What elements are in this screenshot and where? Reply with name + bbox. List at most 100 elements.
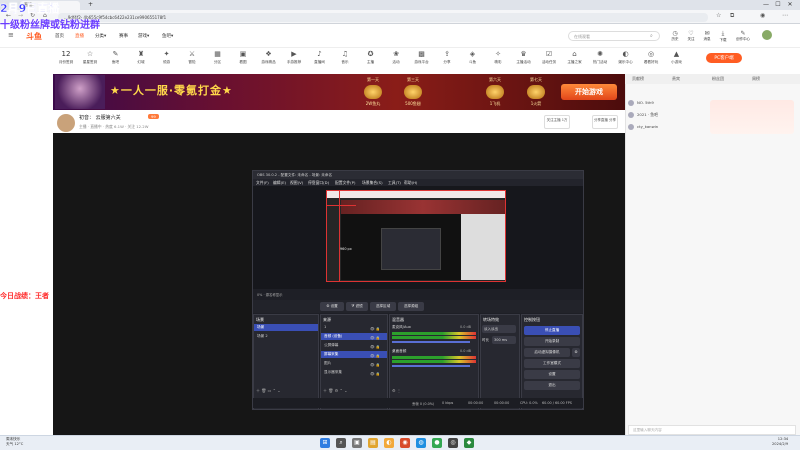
tab-vip[interactable]: 贵宾: [672, 76, 680, 82]
category-item[interactable]: ✪ 主播: [361, 50, 381, 65]
search-icon[interactable]: ⌕: [650, 33, 653, 39]
scene-item[interactable]: 场景 2: [254, 333, 318, 340]
mixer-dock-tools[interactable]: ⚙ ⋮: [392, 388, 401, 396]
category-item[interactable]: ☑ 活动任务: [539, 50, 559, 65]
stop-streaming-button[interactable]: 停止直播: [524, 326, 580, 335]
star-icon[interactable]: ☆: [716, 12, 721, 19]
studio-mode-button[interactable]: 工作室模式: [524, 359, 580, 368]
explorer-icon[interactable]: ▤: [368, 438, 378, 448]
category-icon: ▲: [673, 50, 680, 58]
create-icon[interactable]: ✎ 创作中心: [734, 30, 752, 42]
category-label: 娱乐中心: [618, 60, 633, 64]
category-item[interactable]: ♫ 音乐: [335, 50, 355, 65]
url-field[interactable]: ...9df4f2- 4b655c9f54cbc6422e231ce990655…: [58, 13, 708, 22]
checkin-date[interactable]: 12 月份签到: [56, 50, 76, 65]
category-item[interactable]: ▣ 看图: [233, 50, 253, 65]
category-item[interactable]: ❖ 游戏精品: [259, 50, 279, 65]
start-icon[interactable]: ⊞: [320, 438, 330, 448]
obs-settings-button[interactable]: 设置: [524, 370, 580, 379]
category-item[interactable]: ⇪ 分享: [437, 50, 457, 65]
follow-icon[interactable]: ♡ 关注: [684, 30, 698, 42]
obs-taskbar-icon[interactable]: ◎: [448, 438, 458, 448]
nav-games[interactable]: 游戏▾: [138, 33, 149, 39]
volume-slider[interactable]: [392, 365, 470, 367]
category-item[interactable]: ♜ 幻城: [131, 50, 151, 65]
transition-duration-field[interactable]: 300 ms: [492, 336, 516, 344]
share-room-button[interactable]: 分享直播 分享: [592, 115, 618, 129]
volume-slider[interactable]: [392, 341, 470, 343]
obs-filters-button[interactable]: ⧩ 滤镜: [346, 302, 368, 311]
edge-icon[interactable]: ◍: [416, 438, 426, 448]
nav-live[interactable]: 直播: [75, 33, 84, 39]
maximize-icon[interactable]: ☐: [772, 1, 784, 8]
obs-properties-button[interactable]: ⚙ 设置: [320, 302, 344, 311]
user-avatar[interactable]: [762, 30, 772, 40]
tab-fans[interactable]: 粉丝团: [712, 76, 724, 82]
category-item[interactable]: ▶ 手游推荐: [284, 50, 304, 65]
browser-icon[interactable]: ◉: [400, 438, 410, 448]
search-icon[interactable]: ⌕: [336, 438, 346, 448]
minimize-icon[interactable]: —: [760, 1, 772, 8]
category-item[interactable]: ▩ 游戏平台: [412, 50, 432, 65]
category-label: 热门活动: [592, 60, 608, 64]
extensions-icon[interactable]: ⧉: [730, 12, 734, 20]
clock[interactable]: 12:34 2024/2/9: [772, 437, 788, 447]
scene-dock-tools[interactable]: ＋ 🗑 ▭ ⌃ ⌄: [256, 388, 281, 396]
preview-guide-vertical: [339, 190, 340, 282]
site-logo[interactable]: 斗鱼: [26, 31, 42, 42]
chrome-icon[interactable]: ●: [432, 438, 442, 448]
scene-item[interactable]: 场景: [254, 324, 318, 331]
category-item[interactable]: ✦ 领游: [157, 50, 177, 65]
category-item[interactable]: ▲ 小游戏: [667, 50, 687, 65]
app-icon[interactable]: ◆: [464, 438, 474, 448]
category-item[interactable]: ◈ 斗鱼: [463, 50, 483, 65]
category-item[interactable]: ♛ 主播活动: [514, 50, 534, 65]
start-virtual-camera-button[interactable]: 启动虚拟摄像机: [524, 348, 570, 357]
app-icon[interactable]: ◐: [384, 438, 394, 448]
obs-select-group-button[interactable]: 选择源组: [398, 302, 424, 311]
nav-forum[interactable]: 鱼吧▾: [162, 33, 173, 39]
category-item[interactable]: ♪ 直播间: [310, 50, 330, 65]
nav-home[interactable]: 首页: [55, 33, 64, 39]
source-dock-tools[interactable]: ＋ 🗑 ⚙ ⌃ ⌄: [323, 388, 347, 396]
profile-icon[interactable]: ◉: [760, 12, 765, 19]
download-icon[interactable]: ⤓ 下载: [716, 30, 730, 43]
history-icon[interactable]: ◷ 历史: [668, 30, 682, 42]
menu-icon[interactable]: ⋯: [782, 12, 788, 19]
follow-streamer-button[interactable]: 关注主播 1万: [544, 115, 570, 129]
start-game-button[interactable]: 开始游戏: [561, 84, 617, 100]
nav-esports[interactable]: 赛事: [119, 33, 128, 39]
transition-select[interactable]: 淡入淡出: [482, 325, 516, 333]
obs-exit-button[interactable]: 退出: [524, 381, 580, 390]
start-recording-button[interactable]: 开始录制: [524, 337, 580, 346]
category-item[interactable]: ✺ 热门活动: [590, 50, 610, 65]
category-item[interactable]: ◎ 看看好玩: [641, 50, 661, 65]
streamer-avatar[interactable]: [57, 114, 75, 132]
category-item[interactable]: ▦ 分区: [208, 50, 228, 65]
category-item[interactable]: ✎ 鱼吧: [106, 50, 126, 65]
category-item[interactable]: ⌂ 主播之家: [565, 50, 585, 65]
task-view-icon[interactable]: ▣: [352, 438, 362, 448]
close-icon[interactable]: ✕: [784, 1, 796, 8]
hamburger-icon[interactable]: ≡: [8, 31, 14, 39]
chat-input[interactable]: 这里输入聊天内容: [628, 425, 796, 435]
category-item[interactable]: ☆ 星星签到: [80, 50, 100, 65]
category-icon: ♜: [137, 50, 145, 58]
search-input[interactable]: 在线观看: [568, 31, 660, 41]
category-item[interactable]: ✧ 精彩: [488, 50, 508, 65]
weather-widget[interactable]: 周末快乐 天气 12°C: [6, 437, 23, 447]
virtual-camera-settings-icon[interactable]: ⚙: [572, 348, 580, 357]
message-icon[interactable]: ✉ 消息: [700, 30, 714, 42]
nav-category[interactable]: 分类▾: [95, 33, 106, 39]
source-visibility-icons[interactable]: 👁 🔒 👁 🔒 👁 🔒 👁 🔒 👁 🔒 👁 🔒: [370, 325, 380, 379]
category-item[interactable]: ⚔ 冒险: [182, 50, 202, 65]
category-item[interactable]: ◐ 娱乐中心: [616, 50, 636, 65]
tab-contribution[interactable]: 贡献榜: [632, 76, 644, 82]
obs-select-region-button[interactable]: 选择区域: [370, 302, 396, 311]
new-tab-button[interactable]: +: [88, 1, 93, 8]
tab-weekly[interactable]: 周榜: [752, 76, 760, 82]
room-subtitle: 主播 · 直播中 · 热度 6.1W · 关注 12.2W: [79, 124, 149, 129]
pc-client-button[interactable]: PC客户端: [706, 53, 742, 63]
rank-promo-card[interactable]: [710, 100, 794, 134]
category-item[interactable]: ❀ 活动: [386, 50, 406, 65]
